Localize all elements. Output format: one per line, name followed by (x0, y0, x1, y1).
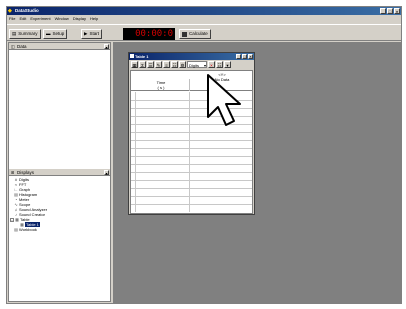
table-close-button[interactable]: × (248, 54, 253, 59)
menu-help[interactable]: Help (90, 15, 98, 23)
displays-combo[interactable]: ⊞ Displays ▾ (9, 169, 110, 176)
histogram-icon: ▤ (14, 191, 18, 197)
digits-icon: # (14, 176, 18, 182)
main-toolbar: ▤ Summary ▬ Setup ▶ Start 00:00:0 Calcul… (7, 24, 401, 41)
table-settings-button[interactable]: ▦ (131, 61, 138, 68)
displays-icon: ⊞ (11, 170, 15, 175)
displays-tree: # Digits ≈ FFT ∟ Graph ▤ Histogram ◔ Meter ∿ S… (10, 177, 110, 232)
chevron-down-icon: ▾ (203, 63, 206, 68)
table-window-icon (130, 54, 134, 58)
scope-icon: ∿ (14, 201, 18, 207)
delete-button[interactable]: × (208, 61, 215, 68)
setup-icon: ▬ (46, 31, 51, 36)
summary-button[interactable]: ▤ Summary (9, 29, 41, 39)
menu-display[interactable]: Display (73, 15, 86, 23)
statistics-button[interactable]: Σ (139, 61, 146, 68)
fft-icon: ≈ (14, 181, 18, 187)
maximize-button[interactable]: □ (387, 8, 393, 14)
sound-creator-icon: ♪ (15, 211, 17, 217)
time-column-header: Time ( s ) (156, 80, 166, 90)
digits-dropdown[interactable]: Digits ▾ (187, 61, 207, 68)
setup-button[interactable]: ▬ Setup (43, 29, 68, 39)
table-maximize-button[interactable]: □ (242, 54, 247, 59)
menu-window[interactable]: Window (55, 15, 69, 23)
collapse-icon[interactable]: − (10, 217, 14, 222)
mouse-pointer-icon (207, 74, 241, 126)
settings-button[interactable]: ☷ (216, 61, 223, 68)
timer-display: 00:00:0 (123, 28, 175, 40)
summary-icon: ▤ (12, 31, 17, 36)
play-icon: ▶ (84, 31, 88, 36)
calculator-icon (182, 31, 187, 37)
more-button[interactable]: ▾ (224, 61, 231, 68)
table-window-title: Table 1 (135, 54, 149, 59)
left-panel: ◫ Data ▾ ⊞ Displays ▾ # Digits ≈ FFT ∟ Grap… (8, 42, 111, 302)
table-minimize-button[interactable]: _ (236, 54, 241, 59)
data-button[interactable]: ≡ (163, 61, 170, 68)
table-toolbar: ▦ Σ ☰ ✎ ≡ ☷ ⚙ Digits ▾ × ☷ ▾ (129, 60, 254, 69)
table-window-titlebar[interactable]: Table 1 _ □ × (129, 53, 254, 60)
start-button[interactable]: ▶ Start (81, 29, 102, 39)
sound-analyzer-icon: ♫ (14, 206, 18, 212)
tree-item-workbook[interactable]: ▤ Workbook (10, 227, 110, 232)
chevron-down-icon[interactable]: ▾ (104, 170, 109, 176)
data-icon: ◫ (11, 44, 15, 49)
calculate-button[interactable]: Calculate (179, 29, 211, 39)
copy-button[interactable]: ☷ (171, 61, 178, 68)
close-button[interactable]: × (394, 8, 400, 14)
workbook-icon: ▤ (14, 226, 18, 232)
meter-icon: ◔ (14, 196, 18, 202)
minimize-button[interactable]: _ (380, 8, 386, 14)
data-combo[interactable]: ◫ Data ▾ (9, 43, 110, 50)
menu-edit[interactable]: Edit (19, 15, 26, 23)
menu-bar: File Edit Experiment Window Display Help (7, 15, 401, 23)
add-column-button[interactable]: ☰ (147, 61, 154, 68)
app-logo-icon: ◆ (8, 8, 12, 14)
properties-button[interactable]: ⚙ (179, 61, 186, 68)
table-doc-icon: ▦ (20, 221, 24, 227)
graph-icon: ∟ (14, 186, 18, 192)
app-titlebar: ◆ DataStudio _ □ × (7, 7, 401, 15)
app-title: DataStudio (15, 8, 39, 13)
edit-button[interactable]: ✎ (155, 61, 162, 68)
chevron-down-icon[interactable]: ▾ (104, 44, 109, 50)
menu-file[interactable]: File (9, 15, 15, 23)
table-icon: ▦ (15, 216, 19, 222)
menu-experiment[interactable]: Experiment (30, 15, 50, 23)
